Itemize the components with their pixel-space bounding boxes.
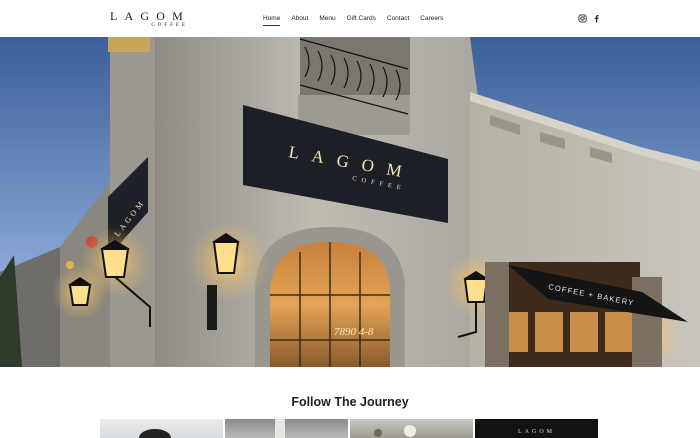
storefront-photo: LAGOM COFFEE LAGOM 7890 4-8 COFFEE + BAK…	[0, 37, 700, 367]
nav-gift-cards[interactable]: Gift Cards	[347, 14, 376, 28]
nav-home[interactable]: Home	[263, 14, 281, 28]
logo[interactable]: LAGOM COFFEE	[104, 10, 190, 30]
instagram-section: Follow The Journey LAGOM	[0, 367, 700, 438]
instagram-icon[interactable]	[578, 14, 587, 23]
photo-gallery: LAGOM	[100, 419, 598, 438]
thumb-logo-text: LAGOM	[518, 429, 555, 435]
nav-menu[interactable]: Menu	[319, 14, 335, 28]
address-number: 7890 4-8	[334, 326, 374, 338]
nav-about[interactable]: About	[291, 14, 308, 28]
nav-contact[interactable]: Contact	[387, 14, 409, 28]
facebook-icon[interactable]	[592, 14, 601, 23]
gallery-thumb[interactable]	[350, 419, 473, 438]
gallery-thumb[interactable]	[225, 419, 348, 438]
logo-subtitle: COFFEE	[151, 23, 188, 28]
main-nav: Home About Menu Gift Cards Contact Caree…	[263, 14, 454, 28]
social-links	[578, 14, 601, 23]
hero-image: LAGOM COFFEE LAGOM 7890 4-8 COFFEE + BAK…	[0, 37, 700, 367]
site-header: LAGOM COFFEE Home About Menu Gift Cards …	[0, 0, 700, 37]
nav-careers[interactable]: Careers	[420, 14, 443, 28]
section-title: Follow The Journey	[291, 395, 409, 409]
gallery-thumb[interactable]	[100, 419, 223, 438]
gallery-thumb[interactable]: LAGOM	[475, 419, 598, 438]
logo-wordmark: LAGOM	[110, 9, 190, 23]
